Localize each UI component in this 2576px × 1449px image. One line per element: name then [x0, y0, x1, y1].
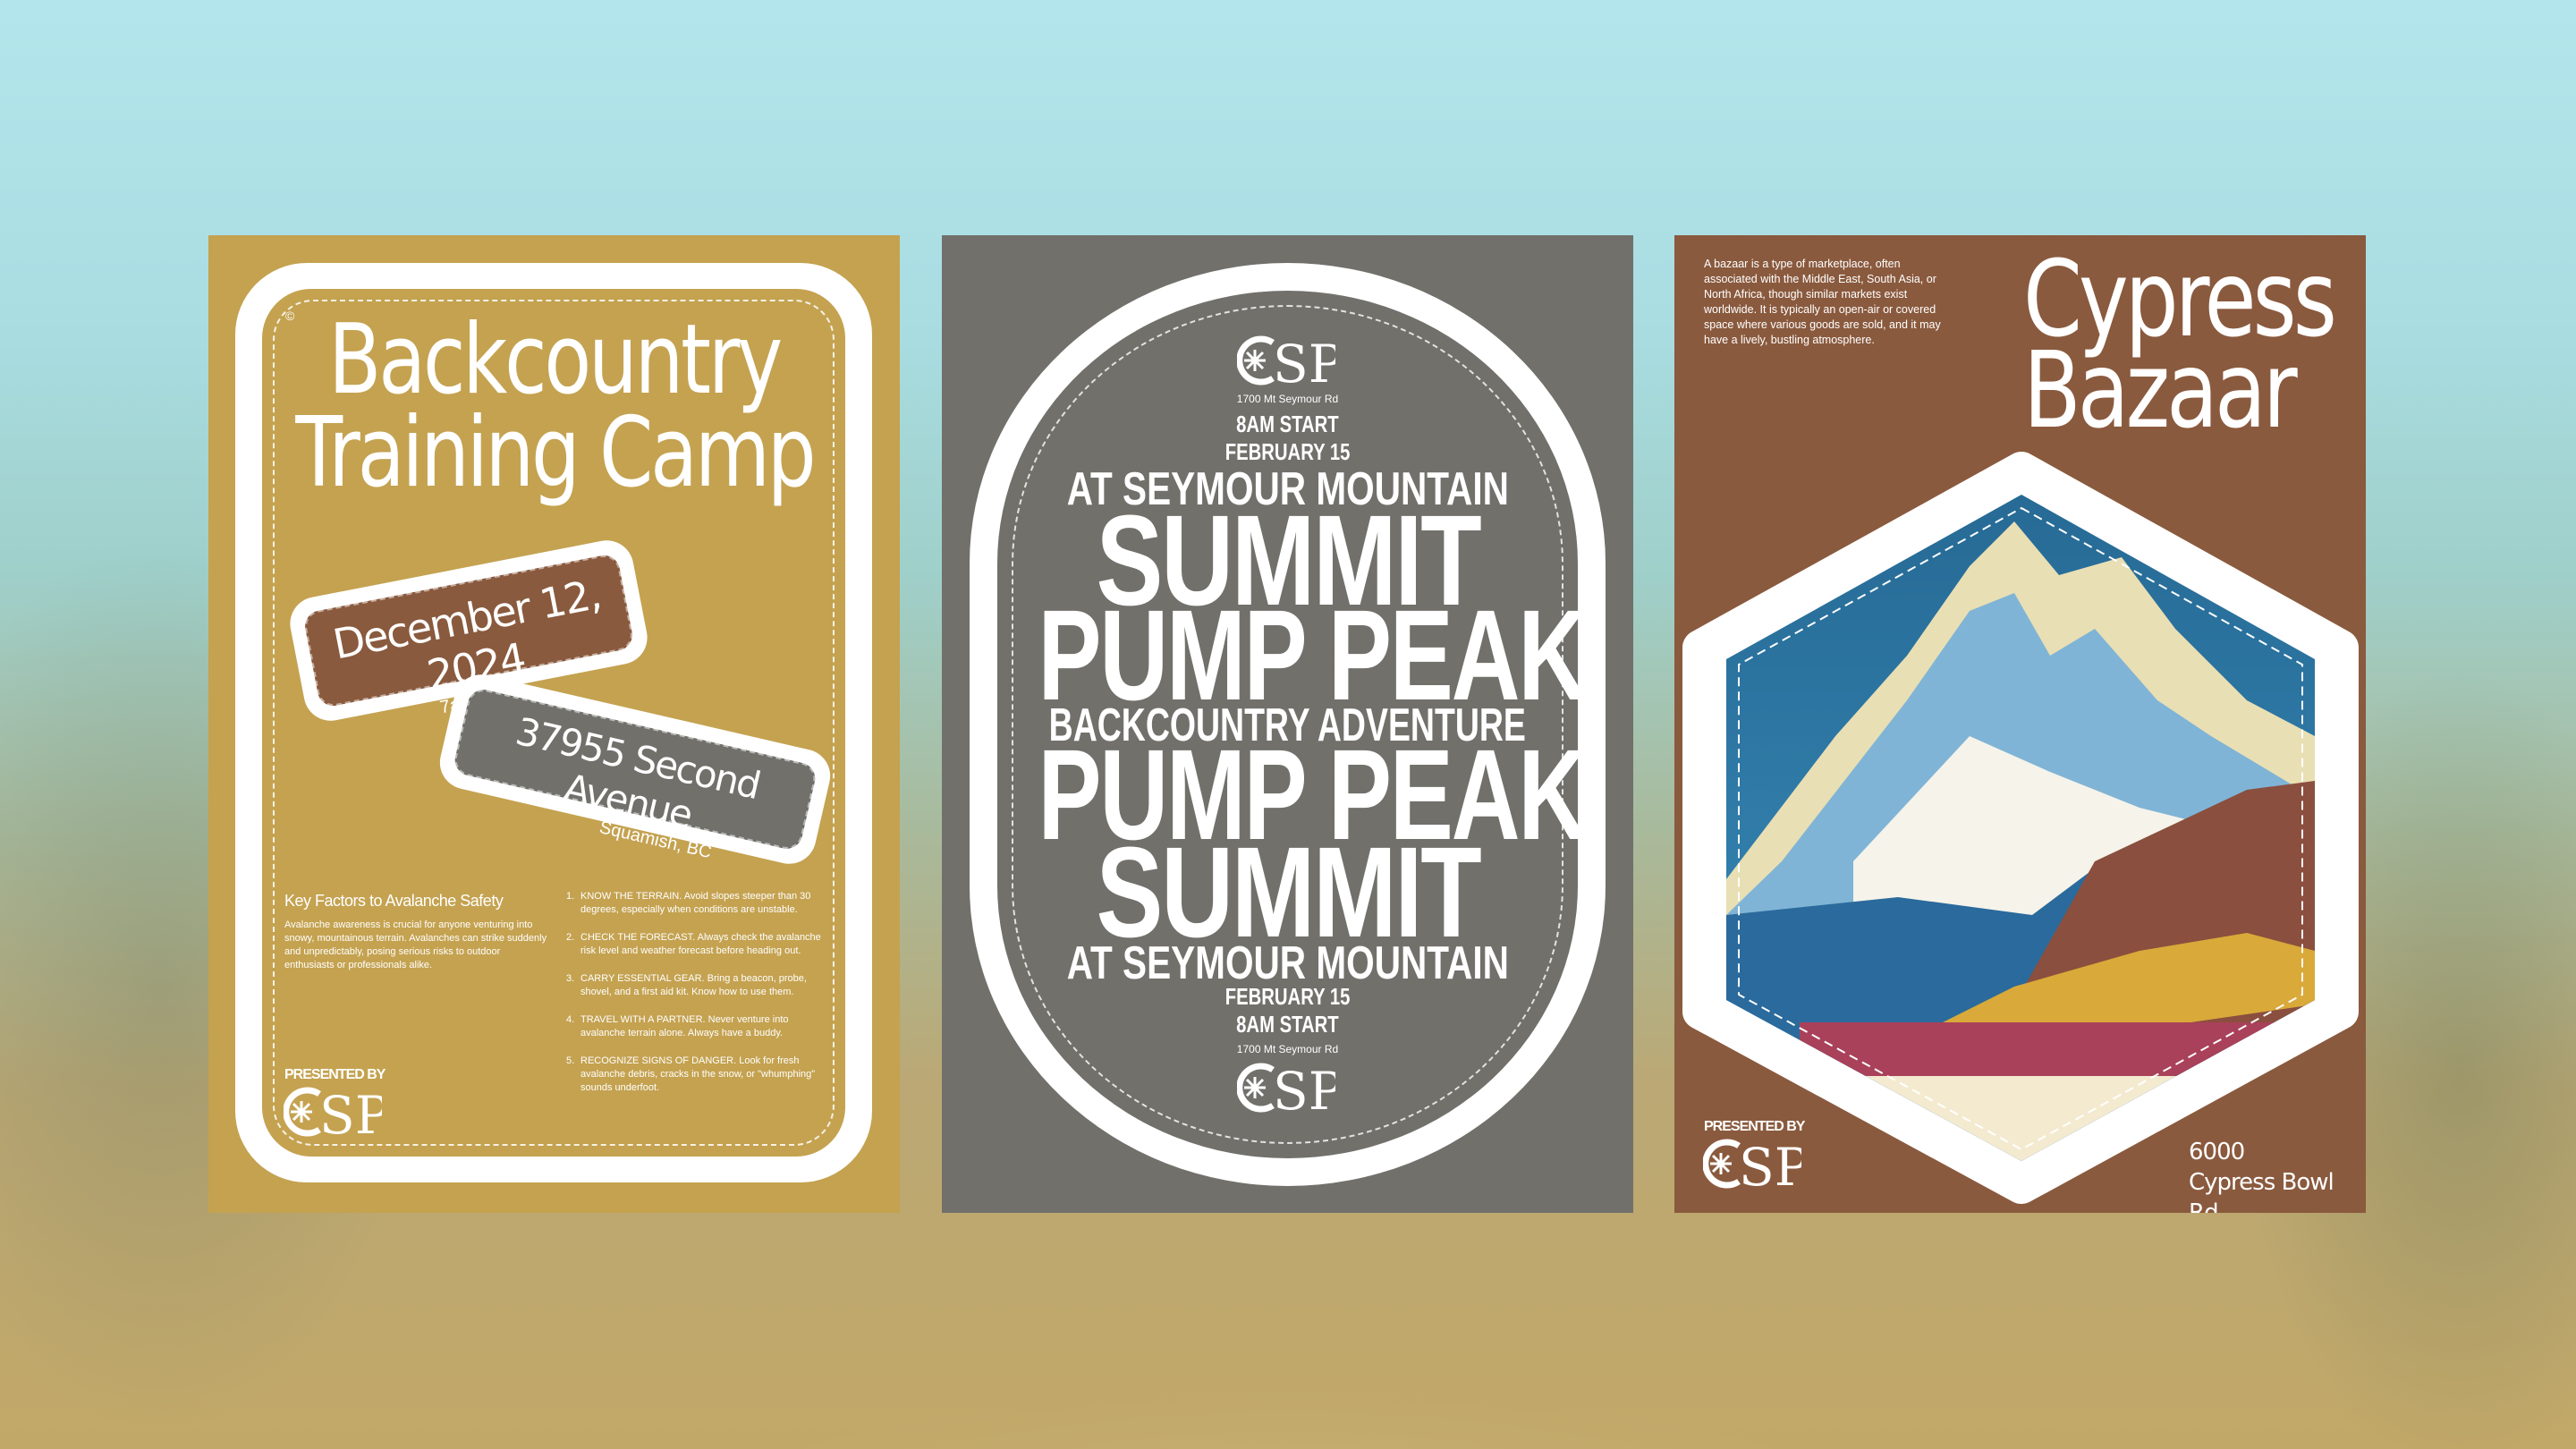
address-street: Cypress Bowl Rd	[2189, 1169, 2334, 1213]
poster-summit-pump-peak[interactable]: SP 1700 Mt Seymour Rd 8AM START FEBRUARY…	[942, 235, 1633, 1213]
csp-logo: SP	[284, 1085, 382, 1139]
safety-intro: Avalanche awareness is crucial for anyon…	[284, 919, 547, 970]
title-line-1: Backcountry	[328, 304, 783, 416]
title-line-2: Training Camp	[294, 397, 816, 509]
address-top: 1700 Mt Seymour Rd	[1236, 393, 1339, 405]
address-bottom: 1700 Mt Seymour Rd	[1236, 1043, 1339, 1055]
tip-item: 2. CHECK THE FORECAST. Always check the a…	[566, 932, 821, 956]
svg-text:SP: SP	[1739, 1137, 1801, 1191]
poster-title: Backcountry Training Camp	[208, 304, 900, 509]
start-time-bottom: 8AM START	[1236, 1011, 1339, 1038]
svg-text:SP: SP	[1273, 1061, 1335, 1114]
poster-cypress-bazaar[interactable]: A bazaar is a type of marketplace, often…	[1674, 235, 2366, 1213]
start-time-top: 8AM START	[1236, 411, 1339, 437]
presented-by-label: PRESENTED BY	[1704, 1119, 1805, 1134]
presented-by-label: PRESENTED BY	[284, 1067, 386, 1082]
headline-summit-2: SUMMIT	[1096, 820, 1481, 964]
date-bottom: FEBRUARY 15	[1224, 983, 1351, 1010]
location-bottom: AT SEYMOUR MOUNTAIN	[1066, 937, 1509, 989]
svg-text:SP: SP	[319, 1085, 382, 1139]
csp-logo-top: SP	[1237, 334, 1335, 387]
safety-tips-list: 1. KNOW THE TERRAIN. Avoid slopes steeper…	[566, 890, 826, 1095]
hexagon-illustration	[1682, 452, 2359, 1204]
csp-logo-bottom: SP	[1236, 1061, 1343, 1122]
tip-item: 3. CARRY ESSENTIAL GEAR. Bring a beacon, …	[566, 973, 807, 997]
date-top: FEBRUARY 15	[1224, 438, 1351, 465]
poster-backcountry-training-camp[interactable]: © Backcountry Training Camp December 12,…	[208, 235, 900, 1213]
tip-item: 4. TRAVEL WITH A PARTNER. Never venture i…	[566, 1014, 789, 1038]
tip-item: 5. RECOGNIZE SIGNS OF DANGER. Look for fr…	[566, 1055, 816, 1093]
venue-address: 6000 Cypress Bowl Rd	[2189, 1137, 2366, 1213]
tip-item: 1. KNOW THE TERRAIN. Avoid slopes steeper…	[566, 891, 811, 915]
address-number: 6000	[2189, 1139, 2245, 1165]
safety-section-title: Key Factors to Avalanche Safety	[284, 892, 504, 910]
svg-text:SP: SP	[1273, 334, 1335, 387]
csp-logo: SP	[1703, 1137, 1801, 1191]
